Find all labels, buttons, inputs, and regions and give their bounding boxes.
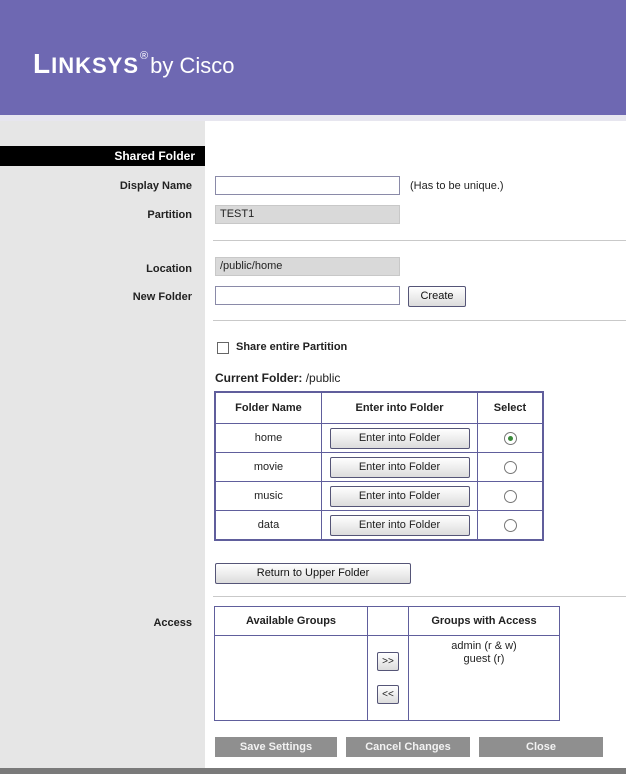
new-folder-label: New Folder: [132, 291, 192, 303]
display-name-input[interactable]: [215, 176, 400, 195]
available-groups-list[interactable]: [214, 635, 368, 721]
folder-table-header: Folder Name Enter into Folder Select: [214, 391, 544, 424]
section-title: Shared Folder: [0, 146, 205, 166]
current-folder-text: Current Folder: /public: [215, 371, 340, 385]
table-row: home Enter into Folder: [214, 423, 544, 453]
folder-name-cell: data: [214, 510, 322, 541]
access-table: Available Groups Groups with Access >> <…: [214, 606, 560, 721]
location-value: /public/home: [215, 257, 400, 276]
location-label: Location: [146, 263, 192, 275]
column-header-select: Select: [477, 391, 544, 424]
folder-name-cell: home: [214, 423, 322, 453]
close-button[interactable]: Close: [479, 737, 603, 757]
remove-group-button[interactable]: <<: [377, 685, 399, 704]
divider: [213, 596, 626, 597]
partition-value: TEST1: [215, 205, 400, 224]
logo-by-cisco: by Cisco: [150, 53, 235, 78]
table-row: data Enter into Folder: [214, 510, 544, 541]
divider: [213, 240, 626, 241]
column-header-folder-name: Folder Name: [214, 391, 322, 424]
list-item[interactable]: guest (r): [409, 653, 559, 666]
share-entire-partition-checkbox[interactable]: [217, 342, 229, 354]
share-entire-partition-label: Share entire Partition: [236, 341, 348, 353]
new-folder-input[interactable]: [215, 286, 400, 305]
enter-into-folder-button[interactable]: Enter into Folder: [329, 485, 470, 507]
bottom-border: [0, 768, 626, 774]
table-row: movie Enter into Folder: [214, 452, 544, 482]
header-banner: LINKSYS®by Cisco: [0, 0, 626, 115]
table-row: music Enter into Folder: [214, 481, 544, 511]
column-header-enter-into-folder: Enter into Folder: [321, 391, 478, 424]
folder-table: Folder Name Enter into Folder Select hom…: [214, 391, 544, 541]
groups-with-access-header: Groups with Access: [408, 606, 560, 636]
groups-with-access-list[interactable]: admin (r & w) guest (r): [408, 635, 560, 721]
select-radio[interactable]: [503, 460, 517, 474]
current-folder-path: /public: [305, 371, 341, 385]
select-radio[interactable]: [503, 431, 517, 445]
divider: [213, 320, 626, 321]
linksys-logo: LINKSYS®by Cisco: [33, 48, 235, 80]
display-name-hint: (Has to be unique.): [410, 180, 504, 192]
logo-brand: LINKSYS: [33, 48, 140, 79]
enter-into-folder-button[interactable]: Enter into Folder: [329, 514, 470, 536]
logo-registered-mark: ®: [140, 50, 149, 62]
cancel-changes-button[interactable]: Cancel Changes: [346, 737, 470, 757]
display-name-label: Display Name: [119, 180, 192, 192]
partition-label: Partition: [147, 209, 192, 221]
select-radio[interactable]: [503, 518, 517, 532]
add-group-button[interactable]: >>: [377, 652, 399, 671]
list-item[interactable]: admin (r & w): [409, 640, 559, 653]
enter-into-folder-button[interactable]: Enter into Folder: [329, 456, 470, 478]
folder-name-cell: music: [214, 481, 322, 511]
folder-name-cell: movie: [214, 452, 322, 482]
create-button[interactable]: Create: [408, 286, 466, 307]
select-radio[interactable]: [503, 489, 517, 503]
access-label: Access: [153, 617, 192, 629]
save-settings-button[interactable]: Save Settings: [215, 737, 337, 757]
return-to-upper-folder-button[interactable]: Return to Upper Folder: [215, 563, 411, 584]
enter-into-folder-button[interactable]: Enter into Folder: [329, 427, 470, 449]
available-groups-header: Available Groups: [214, 606, 368, 636]
current-folder-label: Current Folder:: [215, 371, 303, 385]
